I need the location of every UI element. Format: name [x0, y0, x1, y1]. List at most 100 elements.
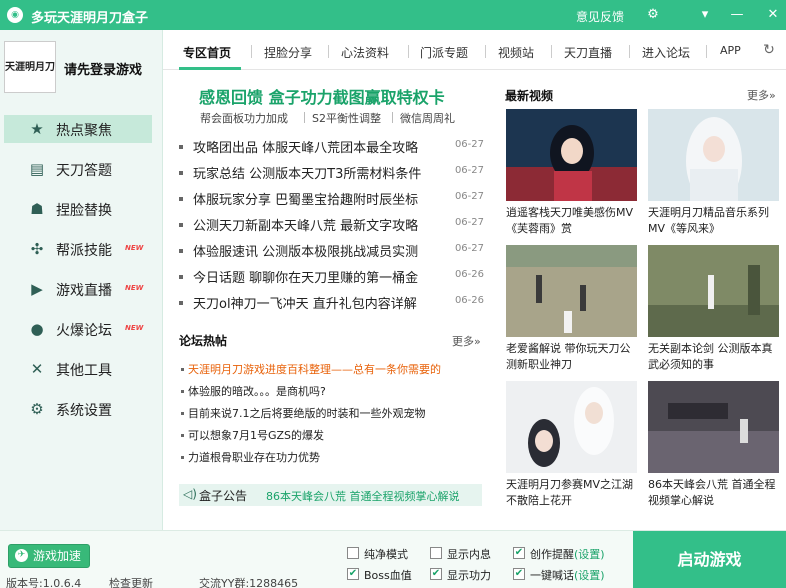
- headline-link[interactable]: 帮会面板功力加成: [200, 110, 288, 126]
- speedup-button[interactable]: ✈ 游戏加速: [8, 544, 90, 568]
- close-icon[interactable]: ✕: [762, 5, 784, 25]
- settings-link[interactable]: (设置): [574, 569, 605, 582]
- option-label: Boss血值: [364, 569, 412, 582]
- video-thumbnail: [506, 109, 637, 201]
- avatar[interactable]: 天涯明月刀: [4, 41, 56, 93]
- option-label: 创作提醒(设置): [530, 546, 605, 562]
- new-badge: NEW: [125, 284, 144, 292]
- forum-post-title: 力道根骨职业存在功力优势: [188, 451, 320, 464]
- headline-link[interactable]: 微信周周礼: [400, 110, 455, 126]
- tab-bar: 专区首页 捏脸分享 心法资料 门派专题 视频站 天刀直播 进入论坛 APP ↻: [163, 30, 786, 70]
- check-update-link[interactable]: 检查更新: [109, 575, 153, 588]
- tab-home[interactable]: 专区首页: [183, 44, 231, 61]
- checkbox-checked[interactable]: ✔: [513, 568, 525, 580]
- checkbox-checked[interactable]: ✔: [430, 568, 442, 580]
- version-label: 版本号:1.0.6.4: [6, 577, 82, 588]
- speedup-icon: ✈: [15, 549, 28, 562]
- bullet: [179, 249, 183, 253]
- option-label: 一键喊话(设置): [530, 567, 605, 583]
- news-item[interactable]: 攻略团出品 体服天峰八荒团本最全攻略 06-27: [179, 137, 484, 159]
- refresh-icon[interactable]: ↻: [760, 41, 778, 59]
- sidebar-item-face-replace[interactable]: ☗ 捏脸替换: [4, 195, 152, 223]
- settings-icon: ⚙: [30, 400, 44, 418]
- new-badge: NEW: [125, 244, 144, 252]
- tab-video-site[interactable]: 视频站: [498, 44, 534, 61]
- bullet: [181, 368, 184, 371]
- sidebar: 天涯明月刀 请先登录游戏 ★ 热点聚焦 ▤ 天刀答题 ☗ 捏脸替换 ✣ 帮派技能…: [0, 30, 163, 530]
- tab-face-share[interactable]: 捏脸分享: [264, 44, 312, 61]
- video-title: 天涯明月刀参赛MV之江湖不散陪上花开: [506, 478, 634, 507]
- sidebar-item-live-stream[interactable]: ▶ 游戏直播 NEW: [4, 275, 152, 303]
- forum-post-title: 目前来说7.1之后将要绝版的时装和一些外观宠物: [188, 407, 426, 420]
- speedup-label: 游戏加速: [33, 549, 82, 563]
- bullet: [181, 456, 184, 459]
- checkbox-checked[interactable]: ✔: [513, 547, 525, 559]
- forum-header: 论坛热帖: [179, 334, 228, 348]
- tab-separator: [251, 45, 252, 58]
- tab-separator: [408, 45, 409, 58]
- headline-link[interactable]: S2平衡性调整: [312, 110, 381, 126]
- news-item[interactable]: 天刀ol神刀一飞冲天 直升礼包内容详解 06-26: [179, 293, 484, 315]
- news-date: 06-26: [454, 295, 484, 306]
- forum-post-title: 体验服的暗改。。。是商机吗?: [188, 385, 326, 398]
- video-header: 最新视频: [505, 89, 554, 103]
- tab-sects[interactable]: 门派专题: [420, 44, 468, 61]
- speaker-icon: ◁): [183, 487, 197, 501]
- checkbox[interactable]: [430, 547, 442, 559]
- tab-mindset[interactable]: 心法资料: [341, 44, 389, 61]
- video-title: 天涯明月刀精品音乐系列MV《等风来》: [648, 206, 769, 235]
- announcement-text[interactable]: 86本天峰会八荒 首通全程视频掌心解说: [266, 488, 460, 504]
- news-item[interactable]: 体服玩家分享 巴蜀墨宝拾趣附时辰坐标 06-27: [179, 189, 484, 211]
- gear-icon[interactable]: ⚙: [642, 5, 664, 25]
- dropdown-icon[interactable]: ▾: [694, 5, 716, 25]
- title-bar: ◉ 多玩天涯明月刀盒子 意见反馈 ⚙ ▾ — ✕: [0, 0, 786, 30]
- checkbox[interactable]: [347, 547, 359, 559]
- video-thumbnail: [648, 245, 779, 337]
- minimize-icon[interactable]: —: [726, 5, 748, 25]
- link-separator: [304, 112, 305, 123]
- sidebar-item-guild-skills[interactable]: ✣ 帮派技能 NEW: [4, 235, 152, 263]
- tools-icon: ✕: [30, 360, 44, 378]
- video-title: 老爱酱解说 带你玩天刀公测新职业神刀: [506, 342, 631, 371]
- news-date: 06-27: [454, 139, 484, 150]
- tab-separator: [551, 45, 552, 58]
- forum-post-title: 可以想象7月1号GZS的爆发: [188, 429, 325, 442]
- forum-more-link[interactable]: 更多»: [452, 333, 481, 349]
- news-date: 06-27: [454, 191, 484, 202]
- sidebar-item-label: 其他工具: [56, 363, 112, 379]
- bullet: [181, 434, 184, 437]
- sidebar-item-label: 捏脸替换: [56, 203, 112, 219]
- tab-live[interactable]: 天刀直播: [564, 44, 612, 61]
- launch-game-button[interactable]: 启动游戏: [633, 531, 786, 588]
- link-separator: [392, 112, 393, 123]
- star-icon: ★: [30, 120, 44, 138]
- sidebar-item-label: 游戏直播: [56, 283, 112, 299]
- sidebar-item-quiz[interactable]: ▤ 天刀答题: [4, 155, 152, 183]
- feedback-link[interactable]: 意见反馈: [576, 8, 624, 25]
- news-item[interactable]: 公测天刀新副本天峰八荒 最新文字攻略 06-27: [179, 215, 484, 237]
- video-thumbnail: [506, 381, 637, 473]
- news-date: 06-27: [454, 217, 484, 228]
- sidebar-item-hot-focus[interactable]: ★ 热点聚焦: [4, 115, 152, 143]
- tab-separator: [485, 45, 486, 58]
- sidebar-item-label: 火爆论坛: [56, 323, 112, 339]
- video-more-link[interactable]: 更多»: [747, 87, 776, 103]
- sidebar-item-other-tools[interactable]: ✕ 其他工具: [4, 355, 152, 383]
- tab-separator: [328, 45, 329, 58]
- settings-link[interactable]: (设置): [574, 548, 605, 561]
- bullet: [181, 390, 184, 393]
- login-prompt[interactable]: 请先登录游戏: [64, 59, 142, 78]
- news-item[interactable]: 玩家总结 公测版本天刀T3所需材料条件 06-27: [179, 163, 484, 185]
- sidebar-item-forum[interactable]: ● 火爆论坛 NEW: [4, 315, 152, 343]
- tab-forum[interactable]: 进入论坛: [642, 44, 690, 61]
- pinwheel-icon: ✣: [30, 240, 44, 258]
- play-icon: ▶: [31, 280, 43, 298]
- news-item[interactable]: 体验服速讯 公测版本极限挑战减员实测 06-27: [179, 241, 484, 263]
- sidebar-item-settings[interactable]: ⚙ 系统设置: [4, 395, 152, 423]
- news-item[interactable]: 今日话题 聊聊你在天刀里赚的第一桶金 06-26: [179, 267, 484, 289]
- qq-group-label: 交流YY群:1288465: [199, 577, 299, 588]
- checkbox-checked[interactable]: ✔: [347, 568, 359, 580]
- tab-app[interactable]: APP: [720, 44, 741, 57]
- bullet: [179, 275, 183, 279]
- headline-title[interactable]: 感恩回馈 盒子功力截图赢取特权卡: [199, 84, 445, 108]
